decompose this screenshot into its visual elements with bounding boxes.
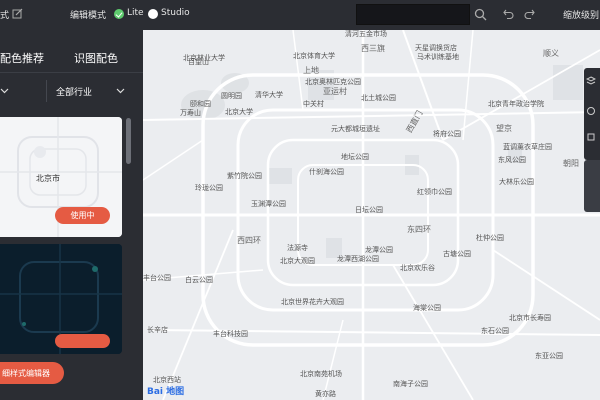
map-tool-panel[interactable] <box>584 68 600 160</box>
style-editor-button[interactable]: 细样式编辑器 <box>0 362 64 384</box>
edit-mode-label: 编辑模式 <box>70 11 107 21</box>
scrollbar-thumb[interactable] <box>126 118 131 164</box>
map-label[interactable]: 古塘公园 <box>443 250 471 258</box>
map-label[interactable]: 清河五金市场 <box>345 30 387 38</box>
map-label[interactable]: 丰台科技园 <box>213 330 248 338</box>
map-label[interactable]: 玉渊潭公园 <box>251 200 286 208</box>
map-label[interactable]: 马术训练基地 <box>417 53 459 61</box>
card-city-label: 北京市 <box>36 174 60 183</box>
map-label[interactable]: 西四环 <box>237 237 261 245</box>
map-label[interactable]: 万寿山 <box>180 109 201 117</box>
map-label[interactable]: 北京大观园 <box>280 257 315 265</box>
map-label[interactable]: 清华大学 <box>255 91 283 99</box>
settings-icon[interactable] <box>586 132 596 142</box>
undo-icon[interactable] <box>503 9 514 19</box>
lite-label[interactable]: Lite <box>127 8 144 18</box>
map-canvas[interactable]: 清河五金市场 天星调换货店 马术训练基地 西三旗 北京体育大学 北京林业大学 上… <box>143 30 600 400</box>
top-toolbar: 式 编辑模式 Lite Studio 缩放级别 <box>0 0 600 30</box>
industry-select-value: 全部行业 <box>56 88 93 98</box>
map-label[interactable]: 日坛公园 <box>355 206 383 214</box>
edit-icon[interactable] <box>12 8 23 19</box>
map-label[interactable]: 中关村 <box>303 100 324 108</box>
style-panel: 配色推荐 识图配色 全部行业 北京市 使用中 细样式编辑器 <box>0 30 143 400</box>
studio-radio[interactable] <box>148 9 158 19</box>
map-label[interactable]: 长辛店 <box>147 326 168 334</box>
map-label[interactable]: 玲珑公园 <box>195 184 223 192</box>
map-label[interactable]: 亚运村 <box>323 88 347 96</box>
map-label[interactable]: 东亚公园 <box>535 352 563 360</box>
map-label[interactable]: 法源寺 <box>287 244 308 252</box>
zoom-control[interactable] <box>584 160 600 212</box>
map-label[interactable]: 北土城公园 <box>361 94 396 102</box>
map-label[interactable]: 百望山 <box>188 58 209 66</box>
panel-divider <box>0 72 143 73</box>
dark-map-thumbnail <box>0 244 122 354</box>
map-label[interactable]: 顺义 <box>543 50 559 58</box>
layers-icon[interactable] <box>586 76 596 86</box>
map-label[interactable]: 蓝调薰衣草庄园 <box>503 143 552 151</box>
map-label[interactable]: 东风公园 <box>498 156 526 164</box>
baidu-map-logo: Bai 地图 <box>147 387 185 397</box>
map-label[interactable]: 圆明园 <box>221 92 242 100</box>
map-label[interactable]: 颐和园 <box>190 100 211 108</box>
map-label[interactable]: 丰台公园 <box>143 274 171 282</box>
map-label[interactable]: 地坛公园 <box>341 153 369 161</box>
chevron-down-icon <box>0 88 9 94</box>
map-label[interactable]: 朝阳 <box>563 160 579 168</box>
map-label[interactable]: 北京西站 <box>153 376 181 384</box>
style-card-light[interactable]: 北京市 使用中 <box>0 117 122 237</box>
map-roads <box>143 30 600 400</box>
tab-image-color[interactable]: 识图配色 <box>74 50 118 66</box>
map-label[interactable]: 杜仲公园 <box>476 234 504 242</box>
style-editor-label: 细样式编辑器 <box>2 369 50 378</box>
map-label[interactable]: 上地 <box>303 67 319 75</box>
map-label[interactable]: 龙潭公园 <box>365 246 393 254</box>
map-label[interactable]: 北京欢乐谷 <box>400 264 435 272</box>
pan-icon[interactable] <box>586 106 596 116</box>
map-label[interactable]: 什刹海公园 <box>309 168 344 176</box>
map-label[interactable]: 北京世界花卉大观园 <box>281 298 344 306</box>
search-input[interactable] <box>356 4 470 25</box>
style-card-dark[interactable] <box>0 244 122 354</box>
category-dropdown[interactable] <box>0 80 18 102</box>
map-label[interactable]: 北京奥林匹克公园 <box>305 78 361 86</box>
map-label[interactable]: 天星调换货店 <box>415 44 457 52</box>
search-icon[interactable] <box>474 8 487 21</box>
chevron-down-icon <box>116 88 125 94</box>
map-label[interactable]: 北京体育大学 <box>293 52 335 60</box>
tab-color-recommend[interactable]: 配色推荐 <box>0 50 44 66</box>
toolbar-left-text: 式 <box>0 11 10 21</box>
map-label[interactable]: 北京青年政治学院 <box>488 100 544 108</box>
map-label[interactable]: 西三旗 <box>361 45 385 53</box>
redo-icon[interactable] <box>524 9 535 19</box>
map-label[interactable]: 紫竹院公园 <box>227 172 262 180</box>
map-label[interactable]: 红领巾公园 <box>417 188 452 196</box>
studio-label[interactable]: Studio <box>161 8 190 18</box>
map-label[interactable]: 北京市长寿园 <box>509 314 551 322</box>
map-label[interactable]: 元大都城垣遗址 <box>331 125 380 133</box>
map-label[interactable]: 大林乐公园 <box>499 178 534 186</box>
map-label[interactable]: 龙潭西湖公园 <box>337 255 379 263</box>
map-label[interactable]: 南海子公园 <box>393 380 428 388</box>
map-label[interactable]: 东四环 <box>407 226 431 234</box>
map-label[interactable]: 海棠公园 <box>413 304 441 312</box>
map-label[interactable]: 白云公园 <box>185 276 213 284</box>
industry-dropdown[interactable]: 全部行业 <box>46 80 132 102</box>
lite-radio-checked[interactable] <box>114 9 124 19</box>
map-label[interactable]: 黄亦路 <box>315 390 336 398</box>
zoom-level-label: 缩放级别 <box>563 11 600 21</box>
map-label[interactable]: 北京大学 <box>225 108 253 116</box>
map-label[interactable]: 将府公园 <box>433 130 461 138</box>
map-label[interactable]: 东石公园 <box>481 327 509 335</box>
map-label[interactable]: 北京南苑机场 <box>300 370 342 378</box>
in-use-button[interactable]: 使用中 <box>55 207 110 224</box>
map-label[interactable]: 望京 <box>496 125 512 133</box>
